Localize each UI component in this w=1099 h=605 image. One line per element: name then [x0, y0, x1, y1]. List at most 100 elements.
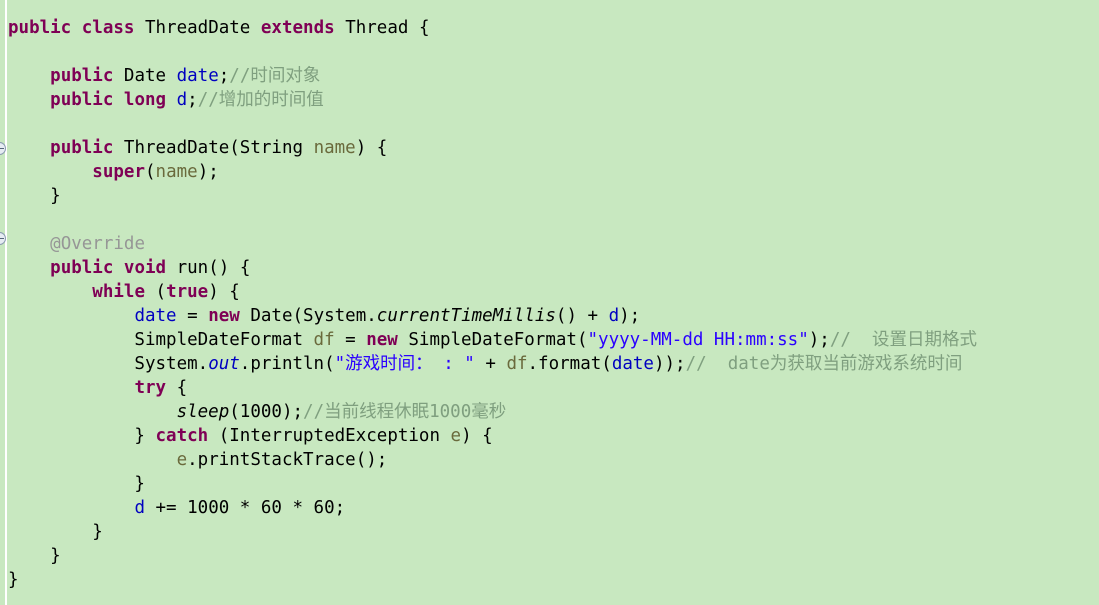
code-line: try {: [8, 376, 977, 400]
code-token: while: [92, 282, 145, 302]
code-token: 游戏时间：: [345, 354, 433, 374]
code-token: : ": [432, 354, 475, 374]
code-token: }: [8, 474, 145, 494]
code-token: );: [619, 306, 641, 326]
code-token: {: [166, 378, 188, 398]
code-token: public: [50, 66, 114, 86]
code-token: }: [8, 186, 61, 206]
code-token: 时间对象: [250, 66, 321, 86]
code-line: public long d;//增加的时间值: [8, 88, 977, 112]
code-token: .println(: [239, 354, 335, 374]
code-token: date: [611, 354, 654, 374]
code-token: d: [134, 498, 145, 518]
code-token: (: [144, 282, 167, 302]
code-token: ) {: [355, 138, 388, 158]
code-token: name: [313, 138, 356, 158]
code-token: "yyyy-MM-dd HH:mm:ss": [587, 330, 809, 350]
code-token: 毫秒: [471, 402, 507, 422]
code-token: date: [176, 66, 219, 86]
code-token: d: [176, 90, 188, 110]
code-token: }: [8, 570, 19, 590]
code-token: public: [50, 90, 114, 110]
code-token: () +: [555, 306, 609, 326]
code-token: ThreadDate(String: [113, 138, 314, 158]
code-token: e: [176, 450, 188, 470]
code-token: try: [134, 378, 167, 398]
code-token: SimpleDateFormat: [8, 330, 314, 350]
code-line: super(name);: [8, 160, 977, 184]
code-token: (: [144, 162, 156, 182]
code-token: += 1000 * 60 * 60;: [144, 498, 346, 518]
code-token: }: [8, 426, 156, 446]
code-token: 设置日期格式: [872, 330, 977, 350]
source-code-block[interactable]: public class ThreadDate extends Thread {…: [8, 16, 977, 592]
code-token: //: [303, 402, 325, 422]
code-token: +: [474, 354, 507, 374]
code-token: df: [506, 354, 528, 374]
code-token: =: [176, 306, 209, 326]
code-token: (InterruptedException: [208, 426, 451, 446]
code-token: ) {: [461, 426, 493, 446]
code-line: }: [8, 544, 977, 568]
code-line: System.out.println("游戏时间： : " + df.forma…: [8, 352, 977, 376]
code-token: Date: [113, 66, 177, 86]
code-token: }: [8, 546, 61, 566]
code-token: super: [92, 162, 145, 182]
code-token: long: [123, 90, 167, 110]
code-token: ThreadDate: [134, 18, 261, 38]
gutter-divider-line: [5, 0, 7, 605]
code-token: e: [450, 426, 462, 446]
code-token: .printStackTrace();: [187, 450, 388, 470]
code-token: catch: [155, 426, 209, 446]
code-token: ;: [187, 90, 198, 110]
code-token: @Override: [50, 234, 145, 254]
code-line: }: [8, 472, 977, 496]
code-token: 增加的时间值: [218, 90, 324, 110]
code-token: ": [334, 354, 346, 374]
code-token: public: [8, 18, 72, 38]
code-token: }: [8, 522, 103, 542]
code-line: }: [8, 568, 977, 592]
code-token: sleep: [176, 402, 230, 422]
code-token: 当前线程休眠: [324, 402, 430, 422]
code-line: while (true) {: [8, 280, 977, 304]
code-token: void: [123, 258, 167, 278]
code-token: new: [208, 306, 240, 326]
code-token: );: [808, 330, 830, 350]
code-token: d: [608, 306, 620, 326]
code-line: public class ThreadDate extends Thread {: [8, 16, 977, 40]
code-line: public Date date;//时间对象: [8, 64, 977, 88]
code-token: run() {: [166, 258, 251, 278]
code-token: out: [208, 354, 240, 374]
code-token: df: [313, 330, 335, 350]
code-token: true: [166, 282, 209, 302]
code-token: // date: [685, 354, 770, 374]
code-token: (1000);: [229, 402, 304, 422]
code-token: public: [50, 138, 114, 158]
code-token: 1000: [429, 402, 472, 422]
code-editor-pane[interactable]: public class ThreadDate extends Thread {…: [0, 0, 1099, 605]
code-line: } catch (InterruptedException e) {: [8, 424, 977, 448]
code-line: public void run() {: [8, 256, 977, 280]
code-token: public: [50, 258, 114, 278]
code-token: ;: [218, 66, 230, 86]
code-line: }: [8, 520, 977, 544]
code-line: e.printStackTrace();: [8, 448, 977, 472]
code-token: =: [334, 330, 367, 350]
code-line: SimpleDateFormat df = new SimpleDateForm…: [8, 328, 977, 352]
code-token: Thread {: [334, 18, 430, 38]
